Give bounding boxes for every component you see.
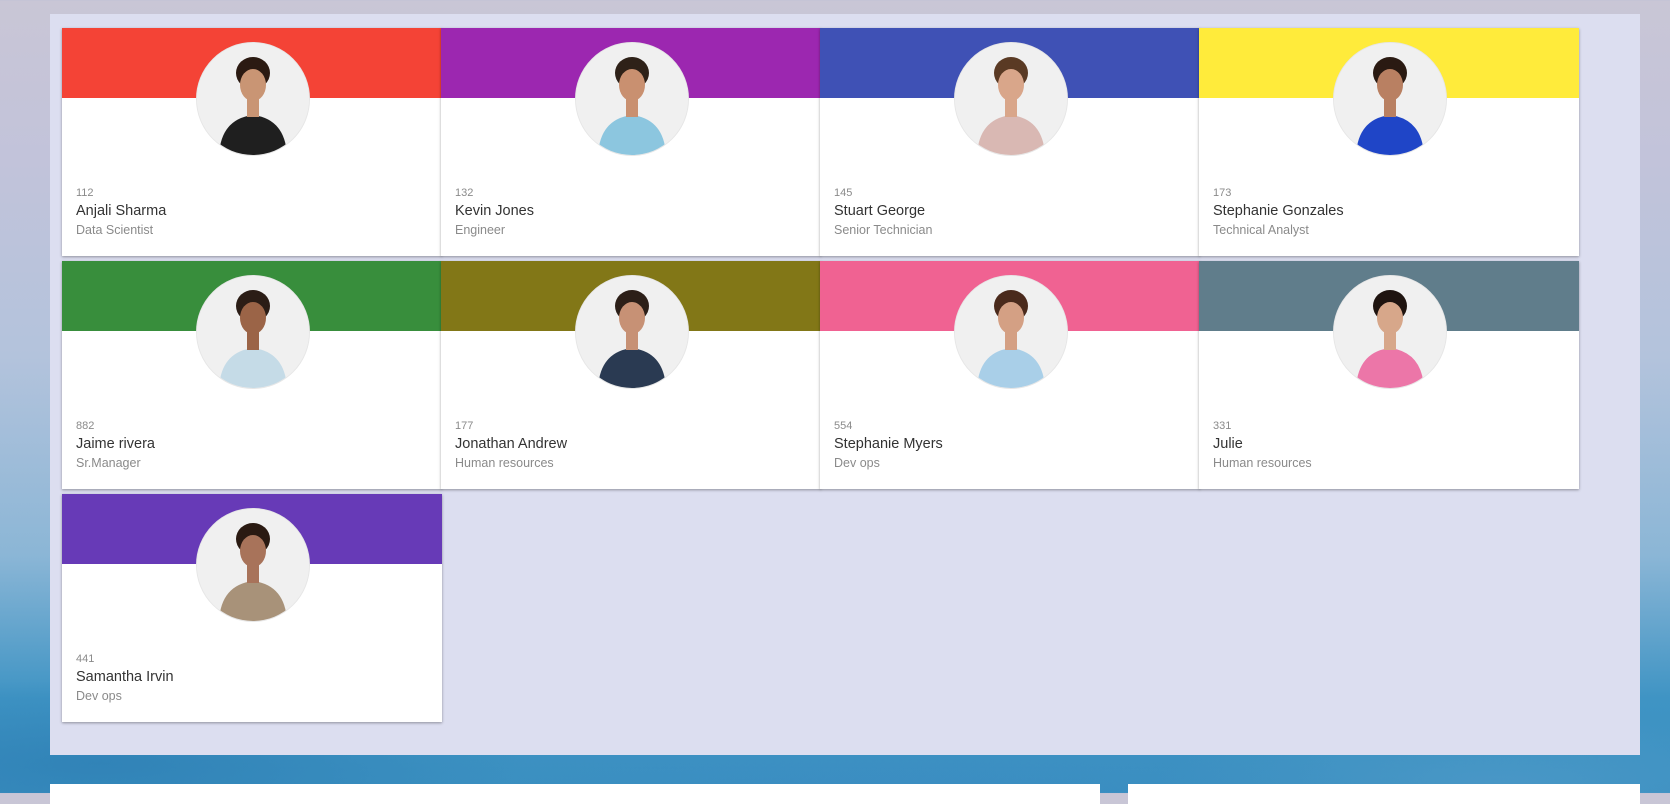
employee-card[interactable]: 145 Stuart George Senior Technician [820, 28, 1200, 256]
portrait-face [619, 69, 645, 101]
portrait-neck [1005, 99, 1017, 117]
portrait-neck [626, 332, 638, 350]
bottom-panel-left [50, 784, 1100, 804]
portrait-neck [626, 99, 638, 117]
employee-role: Sr.Manager [76, 456, 141, 470]
employee-role: Data Scientist [76, 223, 154, 237]
avatar [575, 42, 689, 156]
portrait-face [998, 302, 1024, 334]
employee-name: Stuart George [834, 203, 926, 219]
employee-name: Kevin Jones [455, 203, 534, 219]
employee-card[interactable]: 177 Jonathan Andrew Human resources [441, 261, 821, 489]
avatar [196, 42, 310, 156]
portrait-neck [1384, 332, 1396, 350]
employee-id: 145 [834, 187, 853, 199]
avatar [954, 42, 1068, 156]
employee-id: 132 [455, 187, 474, 199]
avatar [196, 508, 310, 622]
portrait-face [1377, 69, 1403, 101]
employee-role: Senior Technician [834, 223, 933, 237]
employee-id: 112 [76, 187, 94, 199]
portrait-face [998, 69, 1024, 101]
employee-role: Dev ops [76, 689, 122, 703]
employee-card[interactable]: 132 Kevin Jones Engineer [441, 28, 821, 256]
employee-role: Human resources [1213, 456, 1312, 470]
portrait-neck [1005, 332, 1017, 350]
employee-name: Stephanie Myers [834, 436, 943, 452]
employee-grid: 112 Anjali Sharma Data Scientist 132 Kev… [50, 14, 1640, 755]
portrait-face [240, 535, 266, 567]
employee-name: Stephanie Gonzales [1213, 203, 1344, 219]
avatar [1333, 42, 1447, 156]
employee-name: Anjali Sharma [76, 203, 167, 219]
avatar [196, 275, 310, 389]
portrait-neck [247, 332, 259, 350]
employee-name: Samantha Irvin [76, 669, 174, 685]
avatar [575, 275, 689, 389]
avatar [1333, 275, 1447, 389]
portrait-face [240, 69, 266, 101]
employee-card[interactable]: 441 Samantha Irvin Dev ops [62, 494, 442, 722]
employee-id: 441 [76, 653, 95, 665]
avatar [954, 275, 1068, 389]
employee-id: 882 [76, 420, 95, 432]
portrait-neck [1384, 99, 1396, 117]
portrait-face [240, 302, 266, 334]
employee-id: 177 [455, 420, 474, 432]
employee-name: Jaime rivera [76, 436, 155, 452]
employee-id: 173 [1213, 187, 1232, 199]
employee-id: 331 [1213, 420, 1232, 432]
employee-role: Human resources [455, 456, 554, 470]
employee-role: Technical Analyst [1213, 223, 1309, 237]
employee-name: Jonathan Andrew [455, 436, 568, 452]
bottom-panel-right [1128, 784, 1640, 804]
employee-card[interactable]: 331 Julie Human resources [1199, 261, 1579, 489]
employee-id: 554 [834, 420, 853, 432]
employee-card[interactable]: 112 Anjali Sharma Data Scientist [62, 28, 442, 256]
employee-card[interactable]: 882 Jaime rivera Sr.Manager [62, 261, 442, 489]
portrait-neck [247, 565, 259, 583]
employee-card[interactable]: 173 Stephanie Gonzales Technical Analyst [1199, 28, 1579, 256]
portrait-neck [247, 99, 259, 117]
employee-card[interactable]: 554 Stephanie Myers Dev ops [820, 261, 1200, 489]
employee-role: Engineer [455, 223, 506, 237]
employee-name: Julie [1213, 436, 1243, 452]
portrait-face [1377, 302, 1403, 334]
employee-role: Dev ops [834, 456, 880, 470]
portrait-face [619, 302, 645, 334]
